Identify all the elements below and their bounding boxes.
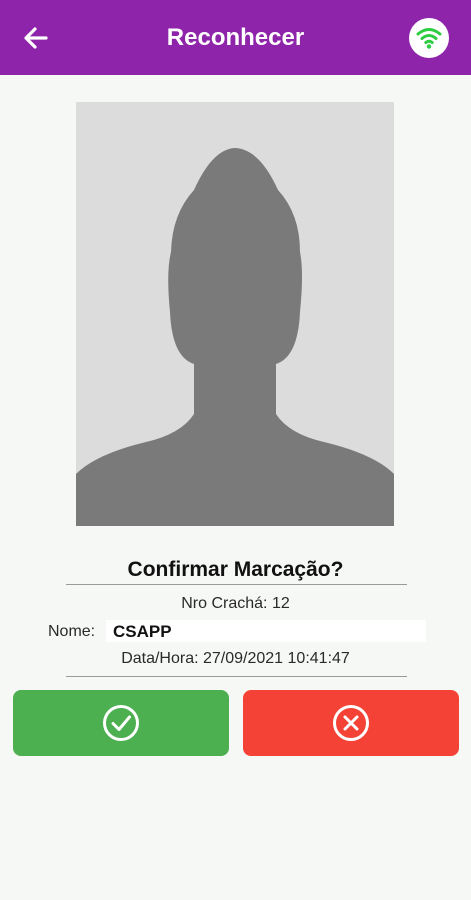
divider-top bbox=[66, 584, 407, 585]
app-bar: Reconhecer bbox=[0, 0, 471, 75]
divider-bottom bbox=[66, 676, 407, 677]
check-circle-icon bbox=[103, 705, 139, 741]
arrow-left-icon bbox=[24, 27, 48, 49]
x-circle-icon bbox=[333, 705, 369, 741]
datetime-text: Data/Hora: 27/09/2021 10:41:47 bbox=[121, 650, 350, 667]
cancel-button[interactable] bbox=[243, 690, 459, 756]
person-photo bbox=[76, 102, 394, 526]
name-label: Nome: bbox=[48, 623, 96, 640]
name-value: CSAPP bbox=[113, 622, 172, 641]
back-button[interactable] bbox=[20, 22, 52, 54]
badge-number-text: Nro Crachá: 12 bbox=[181, 595, 290, 612]
confirm-question: Confirmar Marcação? bbox=[127, 558, 344, 581]
confirm-button[interactable] bbox=[13, 690, 229, 756]
page-title: Reconhecer bbox=[166, 24, 305, 51]
wifi-icon bbox=[416, 28, 442, 49]
connection-status-indicator[interactable] bbox=[409, 18, 449, 58]
name-field: CSAPP bbox=[106, 620, 426, 642]
person-silhouette-icon bbox=[76, 102, 394, 526]
